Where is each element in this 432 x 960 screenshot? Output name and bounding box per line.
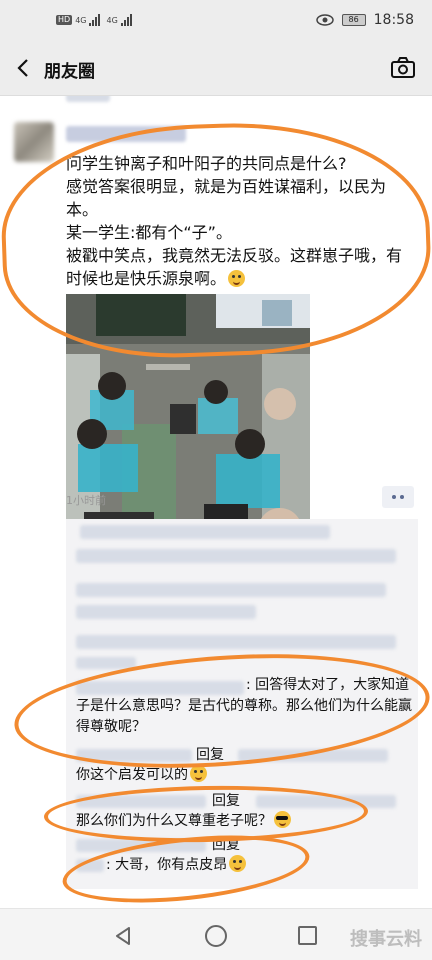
network-type-2: 4G (106, 15, 118, 25)
system-nav-bar: 搜事云料 (0, 908, 432, 960)
watermark: 搜事云料 (350, 929, 422, 950)
reply-label: 回复 (212, 837, 240, 853)
reply-label: 回复 (196, 747, 224, 763)
comment-2: 你这个启发可以的 (76, 765, 412, 786)
hd-badge: HD (56, 15, 73, 25)
blurred-username[interactable] (66, 126, 186, 142)
signal-icon (89, 14, 101, 26)
blurred-comment (76, 657, 136, 669)
clock: 18:58 (373, 12, 414, 28)
reply-label: 回复 (212, 793, 240, 809)
post-line: 被戳中笑点，我竟然无法反驳。这群崽子哦，有时候也是快乐源泉啊。 (66, 246, 403, 288)
post-text: 问学生钟离子和叶阳子的共同点是什么? 感觉答案很明显，就是为百姓谋福利，以民为本… (66, 152, 406, 290)
moments-feed[interactable]: 问学生钟离子和叶阳子的共同点是什么? 感觉答案很明显，就是为百姓谋福利，以民为本… (0, 96, 432, 908)
nav-recent-icon[interactable] (298, 926, 317, 945)
avatar[interactable] (14, 122, 54, 162)
more-button[interactable] (382, 486, 414, 508)
blurred-commenter (76, 795, 206, 808)
blurred-commenter (76, 859, 104, 872)
blurred-commenter (256, 795, 396, 808)
blurred-likes (80, 525, 330, 539)
sunglasses-emoji-icon (274, 811, 291, 828)
title-bar: 朋友圈 (0, 40, 432, 96)
post-time: 1小时前 (66, 494, 106, 507)
comment-box: : 回答得太对了，大家知道子是什么意思吗？是古代的尊称。那么他们为什么能赢得尊敬… (66, 519, 418, 889)
signal-group: HD 4G 4G (56, 14, 132, 26)
page-title: 朋友圈 (44, 62, 95, 82)
comment-1: : 回答得太对了，大家知道子是什么意思吗？是古代的尊称。那么他们为什么能赢得尊敬… (76, 677, 412, 735)
post-line: 感觉答案很明显，就是为百姓谋福利，以民为本。 (66, 177, 387, 219)
emoji-icon (190, 765, 207, 782)
signal-icon (120, 14, 132, 26)
status-right: 86 18:58 (315, 12, 414, 28)
blurred-commenter (238, 749, 388, 762)
post-line: 问学生钟离子和叶阳子的共同点是什么? (66, 154, 347, 173)
blurred-comment (76, 605, 256, 619)
battery-indicator: 86 (341, 14, 366, 26)
nav-back-icon[interactable] (112, 925, 134, 947)
blurred-comment (76, 635, 396, 649)
emoji-icon (228, 270, 246, 287)
blurred-commenter (76, 749, 192, 762)
nav-home-icon[interactable] (205, 925, 227, 947)
status-bar: HD 4G 4G 86 18:58 (0, 0, 432, 40)
camera-icon[interactable] (390, 56, 416, 80)
emoji-icon (229, 855, 247, 872)
comment-3: 那么你们为什么又尊重老子呢？ (76, 811, 412, 832)
comment-4: : 大哥，你有点皮昂 (106, 855, 406, 876)
blurred-comment (76, 549, 396, 563)
eye-icon (315, 14, 334, 26)
blurred-previous-time (66, 96, 110, 102)
network-type-1: 4G (75, 15, 87, 25)
blurred-comment (76, 583, 386, 597)
back-arrow-icon[interactable] (12, 56, 36, 80)
post-line: 某一学生:都有个“子”。 (66, 223, 232, 242)
blurred-commenter (76, 839, 206, 852)
